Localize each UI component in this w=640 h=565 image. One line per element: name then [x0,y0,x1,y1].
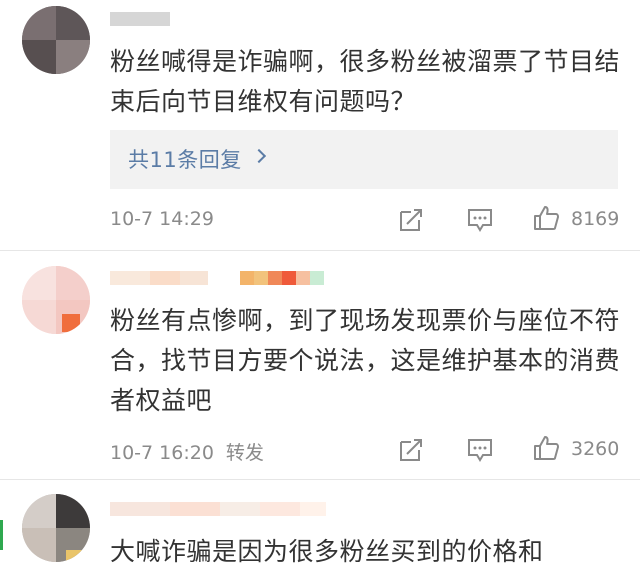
username-blurred[interactable] [110,502,326,516]
like-icon[interactable] [532,434,560,462]
comment-2: 粉丝有点惨啊，到了现场发现票价与座位不符合，找节目方要个说法，这是维护基本的消费… [0,251,640,479]
selection-indicator [0,520,3,550]
comment-meta: 10-7 14:29 [110,208,214,230]
avatar[interactable] [22,494,90,562]
forward-label[interactable]: 转发 [226,442,264,464]
username-blurred[interactable] [110,12,170,26]
comment-icon[interactable] [466,206,494,234]
timestamp: 10-7 14:29 [110,208,214,230]
reply-box[interactable]: 共11条回复 [110,130,618,189]
comment-text: 大喊诈骗是因为很多粉丝买到的价格和 [110,537,544,565]
chevron-right-icon [251,148,267,164]
comment-text: 粉丝喊得是诈骗啊，很多粉丝被溜票了节目结束后向节目维权有问题吗？ [110,47,621,116]
avatar[interactable] [22,266,90,334]
like-count: 8169 [571,208,620,230]
like-count: 3260 [571,438,620,460]
username-blurred[interactable] [110,271,324,285]
timestamp: 10-7 16:20 [110,442,214,464]
share-icon[interactable] [397,206,425,234]
comment-1: 粉丝喊得是诈骗啊，很多粉丝被溜票了节目结束后向节目维权有问题吗？ 共11条回复 … [0,0,640,250]
comment-icon[interactable] [466,436,494,464]
share-icon[interactable] [397,436,425,464]
avatar[interactable] [22,6,90,74]
comment-text: 粉丝有点惨啊，到了现场发现票价与座位不符合，找节目方要个说法，这是维护基本的消费… [110,306,621,415]
reply-count-link[interactable]: 共11条回复 [128,144,242,174]
like-icon[interactable] [532,204,560,232]
comment-meta: 10-7 16:20 转发 [110,438,264,465]
comment-3: 大喊诈骗是因为很多粉丝买到的价格和 [0,480,640,565]
